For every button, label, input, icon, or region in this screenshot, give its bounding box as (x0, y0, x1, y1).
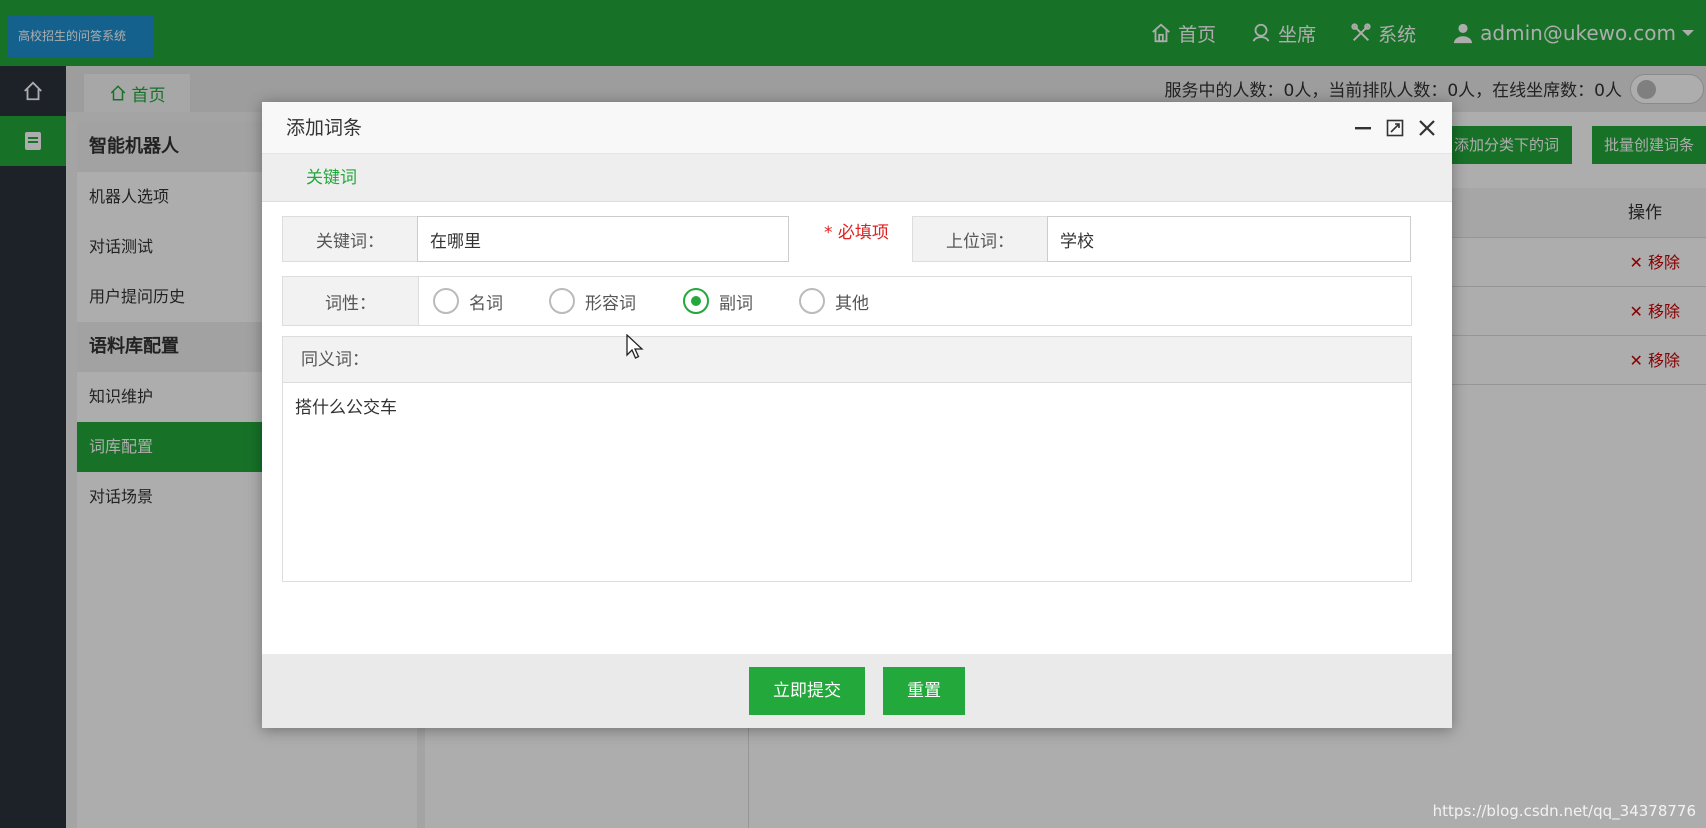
pos-radio-group: 词性： 名词 形容词 副词 其他 (282, 276, 1412, 326)
dialog-title-bar: 添加词条 (262, 102, 1452, 154)
pos-option-label: 名词 (469, 293, 503, 314)
radio-circle (433, 288, 459, 314)
radio-circle (549, 288, 575, 314)
pos-option-label: 副词 (719, 293, 753, 314)
watermark: https://blog.csdn.net/qq_34378776 (1432, 802, 1696, 820)
pos-option-label: 其他 (835, 293, 869, 314)
synonym-textarea[interactable]: 搭什么公交车 (283, 383, 1411, 581)
minimize-button[interactable] (1354, 119, 1372, 137)
synonym-label: 同义词： (283, 337, 1411, 383)
keyword-input[interactable]: 在哪里 (417, 216, 789, 262)
hypernym-input[interactable]: 学校 (1047, 216, 1411, 262)
radio-circle-checked (683, 288, 709, 314)
maximize-icon (1386, 119, 1404, 137)
radio-circle (799, 288, 825, 314)
maximize-button[interactable] (1386, 119, 1404, 137)
close-button[interactable] (1418, 119, 1436, 137)
dialog-footer: 立即提交 重置 (262, 654, 1452, 728)
synonym-box: 同义词： 搭什么公交车 (282, 336, 1412, 582)
reset-button[interactable]: 重置 (883, 667, 965, 715)
keyword-label: 关键词： (282, 216, 418, 262)
submit-button[interactable]: 立即提交 (749, 667, 865, 715)
entry-form: 关键词： 在哪里 * 必填项 上位词： 学校 词性： 名词 形容词 副词 其他 … (262, 202, 1452, 602)
keyword-row: 关键词： 在哪里 (282, 216, 789, 262)
minimize-icon (1355, 127, 1371, 130)
pos-option-adverb[interactable]: 副词 (683, 277, 753, 325)
mouse-cursor-icon (626, 334, 644, 359)
pos-label: 词性： (283, 277, 419, 325)
dialog-tab-bar: 关键词 (262, 154, 1452, 202)
pos-option-noun[interactable]: 名词 (433, 277, 503, 325)
dialog-title: 添加词条 (286, 117, 363, 139)
close-icon (1419, 120, 1435, 136)
add-entry-dialog: 添加词条 关键词 关键词： 在哪里 * 必填项 上位词： 学校 词性： 名词 形… (262, 102, 1452, 728)
pos-option-label: 形容词 (585, 293, 636, 314)
hypernym-row: 上位词： 学校 (912, 216, 1411, 262)
pos-option-adjective[interactable]: 形容词 (549, 277, 636, 325)
dialog-controls (1340, 102, 1436, 154)
pos-option-other[interactable]: 其他 (799, 277, 869, 325)
tab-keyword[interactable]: 关键词 (306, 154, 357, 202)
hypernym-label: 上位词： (912, 216, 1048, 262)
required-note: * 必填项 (824, 223, 889, 243)
